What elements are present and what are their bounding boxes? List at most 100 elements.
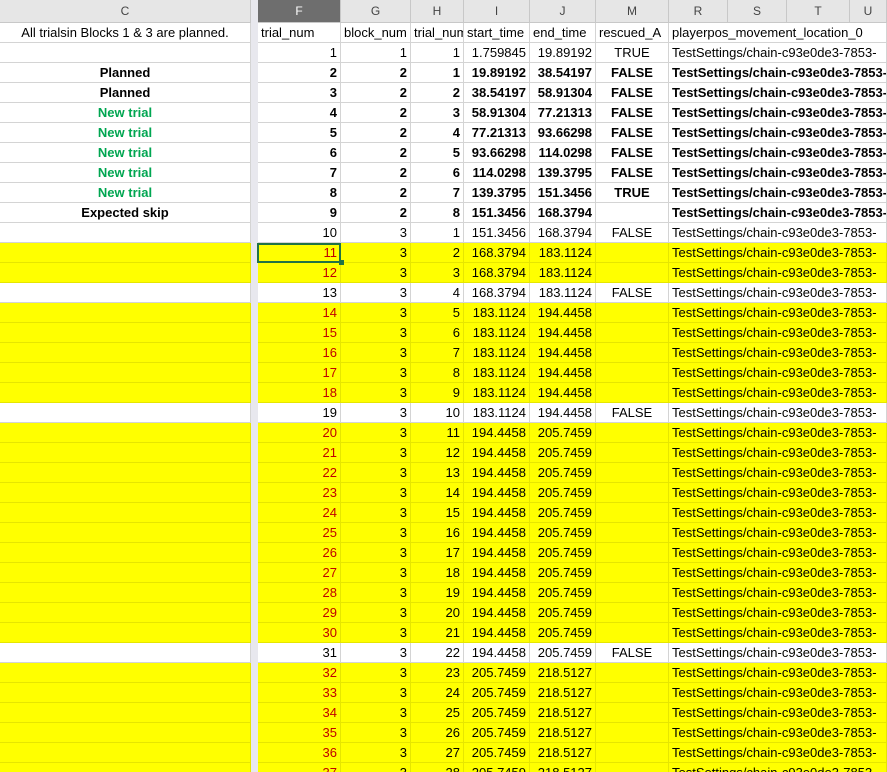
cell-start[interactable]: 139.3795 xyxy=(464,183,530,203)
cell-rescued[interactable]: TRUE xyxy=(596,183,669,203)
cell-loc[interactable]: TestSettings/chain-c93e0de3-7853- xyxy=(669,163,887,183)
cell-c[interactable] xyxy=(0,643,251,663)
cell-loc[interactable]: TestSettings/chain-c93e0de3-7853- xyxy=(669,103,887,123)
cell-rescued[interactable] xyxy=(596,503,669,523)
cell-start[interactable]: 194.4458 xyxy=(464,563,530,583)
cell-loc[interactable]: TestSettings/chain-c93e0de3-7853- xyxy=(669,623,887,643)
cell-rescued[interactable] xyxy=(596,543,669,563)
cell-c[interactable]: New trial xyxy=(0,103,251,123)
cell-tnum[interactable]: 18 xyxy=(411,563,464,583)
cell-loc[interactable]: TestSettings/chain-c93e0de3-7853- xyxy=(669,203,887,223)
cell-rescued[interactable] xyxy=(596,203,669,223)
cell-loc[interactable]: TestSettings/chain-c93e0de3-7853- xyxy=(669,423,887,443)
cell-start[interactable]: 38.54197 xyxy=(464,83,530,103)
cell-start[interactable]: 183.1124 xyxy=(464,343,530,363)
cell-tnum[interactable]: 8 xyxy=(411,203,464,223)
cell-loc[interactable]: TestSettings/chain-c93e0de3-7853- xyxy=(669,143,887,163)
cell-block[interactable]: 3 xyxy=(341,723,411,743)
cell-end[interactable]: 151.3456 xyxy=(530,183,596,203)
cell-rescued[interactable] xyxy=(596,583,669,603)
cell-start[interactable]: 205.7459 xyxy=(464,703,530,723)
cell-loc[interactable]: TestSettings/chain-c93e0de3-7853- xyxy=(669,343,887,363)
cell-end[interactable]: 205.7459 xyxy=(530,583,596,603)
cell-start[interactable]: 205.7459 xyxy=(464,763,530,772)
cell-block[interactable]: 3 xyxy=(341,363,411,383)
cell-end[interactable]: 218.5127 xyxy=(530,703,596,723)
cell-rescued[interactable] xyxy=(596,703,669,723)
cell-loc[interactable]: TestSettings/chain-c93e0de3-7853- xyxy=(669,323,887,343)
cell-start[interactable]: 194.4458 xyxy=(464,443,530,463)
cell-end[interactable]: 205.7459 xyxy=(530,483,596,503)
cell-start[interactable]: 194.4458 xyxy=(464,603,530,623)
cell-end[interactable]: 194.4458 xyxy=(530,343,596,363)
cell-block[interactable]: 3 xyxy=(341,303,411,323)
cell-end[interactable]: 168.3794 xyxy=(530,223,596,243)
cell-end[interactable]: 19.89192 xyxy=(530,43,596,63)
cell-loc[interactable]: TestSettings/chain-c93e0de3-7853- xyxy=(669,683,887,703)
cell-loc[interactable]: TestSettings/chain-c93e0de3-7853- xyxy=(669,223,887,243)
cell-trial[interactable]: 36 xyxy=(258,743,341,763)
cell-c[interactable] xyxy=(0,43,251,63)
cell-end[interactable]: 218.5127 xyxy=(530,723,596,743)
cell-loc[interactable]: playerpos_movement_location_0 xyxy=(669,23,887,43)
cell-block[interactable]: 3 xyxy=(341,503,411,523)
cell-block[interactable]: 3 xyxy=(341,643,411,663)
cell-c[interactable] xyxy=(0,503,251,523)
cell-end[interactable]: 218.5127 xyxy=(530,683,596,703)
cell-end[interactable]: 93.66298 xyxy=(530,123,596,143)
cell-tnum[interactable]: 1 xyxy=(411,223,464,243)
cell-end[interactable]: 114.0298 xyxy=(530,143,596,163)
cell-end[interactable]: 183.1124 xyxy=(530,263,596,283)
cell-end[interactable]: 183.1124 xyxy=(530,243,596,263)
cell-trial[interactable]: 19 xyxy=(258,403,341,423)
column-header-s[interactable]: S xyxy=(728,0,787,22)
cell-tnum[interactable]: 26 xyxy=(411,723,464,743)
column-header-i[interactable]: I xyxy=(464,0,530,22)
cell-block[interactable]: 3 xyxy=(341,423,411,443)
cell-loc[interactable]: TestSettings/chain-c93e0de3-7853- xyxy=(669,663,887,683)
cell-start[interactable]: 194.4458 xyxy=(464,503,530,523)
cell-end[interactable]: 194.4458 xyxy=(530,303,596,323)
cell-c[interactable] xyxy=(0,623,251,643)
cell-end[interactable]: 205.7459 xyxy=(530,603,596,623)
cell-c[interactable] xyxy=(0,563,251,583)
cell-trial[interactable]: 26 xyxy=(258,543,341,563)
cell-start[interactable]: 168.3794 xyxy=(464,243,530,263)
cell-trial[interactable]: 18 xyxy=(258,383,341,403)
cell-tnum[interactable]: 27 xyxy=(411,743,464,763)
cell-rescued[interactable]: FALSE xyxy=(596,103,669,123)
cell-end[interactable]: 139.3795 xyxy=(530,163,596,183)
cell-rescued[interactable]: FALSE xyxy=(596,223,669,243)
cell-block[interactable]: 3 xyxy=(341,223,411,243)
cell-rescued[interactable]: FALSE xyxy=(596,63,669,83)
cell-end[interactable]: 205.7459 xyxy=(530,563,596,583)
cell-c[interactable] xyxy=(0,283,251,303)
cell-end[interactable]: 218.5127 xyxy=(530,763,596,772)
cell-loc[interactable]: TestSettings/chain-c93e0de3-7853- xyxy=(669,703,887,723)
cell-tnum[interactable]: 8 xyxy=(411,363,464,383)
cell-start[interactable]: 194.4458 xyxy=(464,483,530,503)
cell-start[interactable]: 114.0298 xyxy=(464,163,530,183)
cell-loc[interactable]: TestSettings/chain-c93e0de3-7853- xyxy=(669,463,887,483)
cell-c[interactable]: Planned xyxy=(0,83,251,103)
cell-end[interactable]: 194.4458 xyxy=(530,403,596,423)
cell-c[interactable] xyxy=(0,523,251,543)
cell-block[interactable]: 3 xyxy=(341,323,411,343)
cell-start[interactable]: 151.3456 xyxy=(464,203,530,223)
cell-tnum[interactable]: 9 xyxy=(411,383,464,403)
cell-trial[interactable]: 6 xyxy=(258,143,341,163)
cell-block[interactable]: 3 xyxy=(341,703,411,723)
cell-loc[interactable]: TestSettings/chain-c93e0de3-7853- xyxy=(669,183,887,203)
cell-rescued[interactable] xyxy=(596,623,669,643)
cell-rescued[interactable] xyxy=(596,663,669,683)
cell-trial[interactable]: 33 xyxy=(258,683,341,703)
column-header-r[interactable]: R xyxy=(669,0,728,22)
cell-rescued[interactable] xyxy=(596,763,669,772)
cell-tnum[interactable]: 13 xyxy=(411,463,464,483)
cell-c[interactable] xyxy=(0,443,251,463)
column-header-j[interactable]: J xyxy=(530,0,596,22)
column-header-f[interactable]: F xyxy=(258,0,341,22)
cell-c[interactable] xyxy=(0,663,251,683)
cell-end[interactable]: 218.5127 xyxy=(530,743,596,763)
cell-start[interactable]: 151.3456 xyxy=(464,223,530,243)
